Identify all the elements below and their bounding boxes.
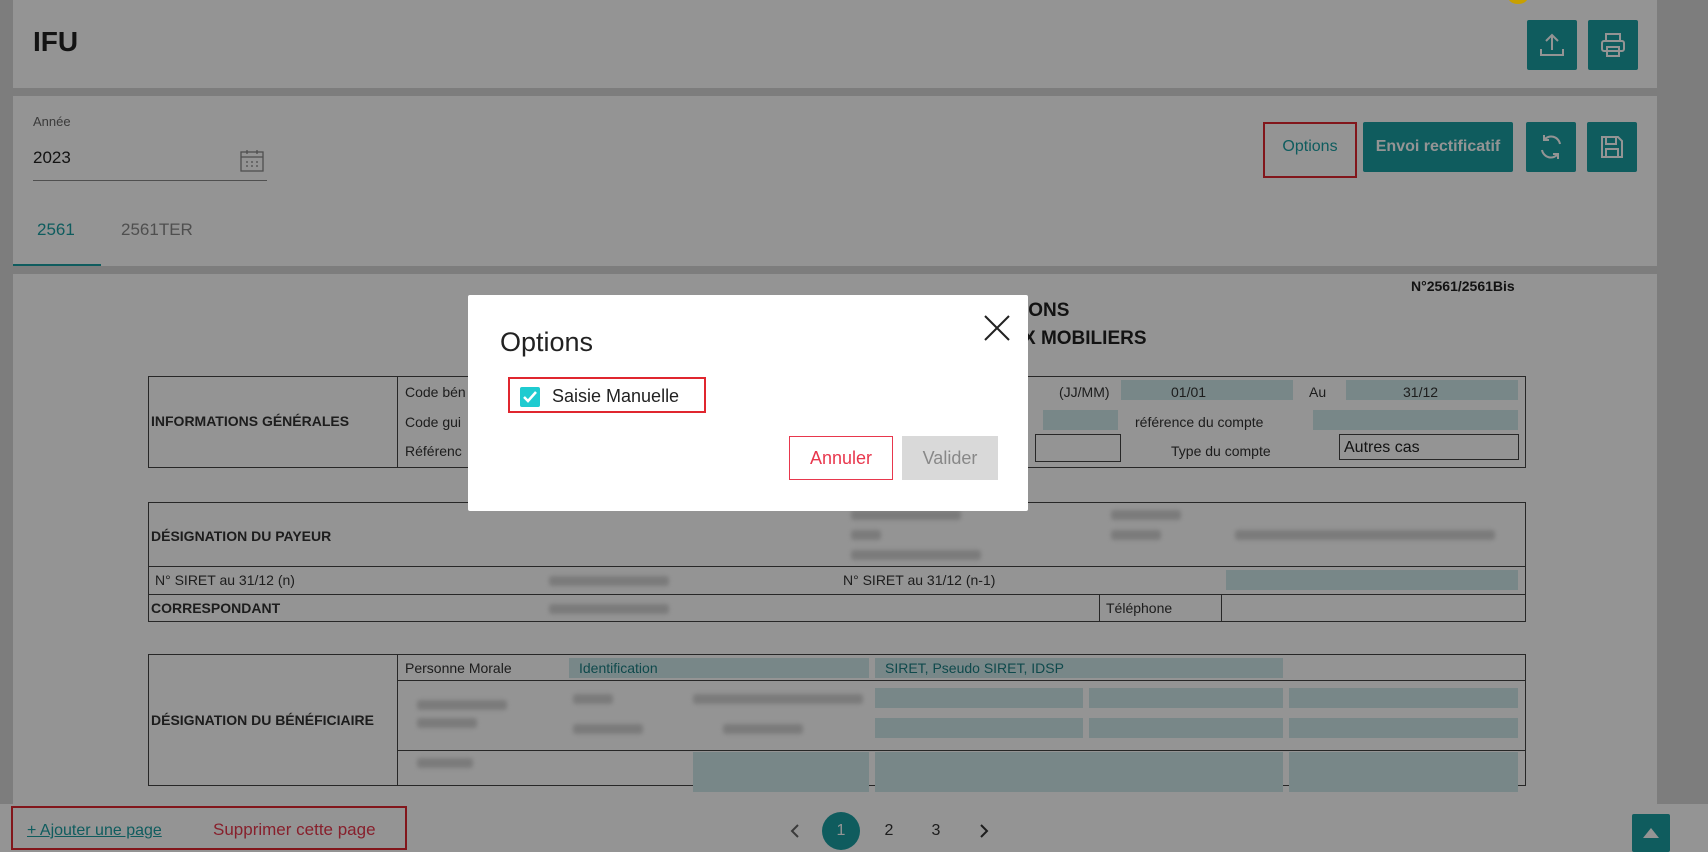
cancel-button[interactable]: Annuler [789,436,893,480]
modal-title: Options [500,327,594,357]
options-modal: Options Saisie Manuelle Annuler Valider [468,295,1028,511]
close-button[interactable] [982,313,1012,343]
close-icon [984,315,1010,341]
checkbox-highlight [508,377,706,413]
validate-button[interactable]: Valider [902,436,998,480]
